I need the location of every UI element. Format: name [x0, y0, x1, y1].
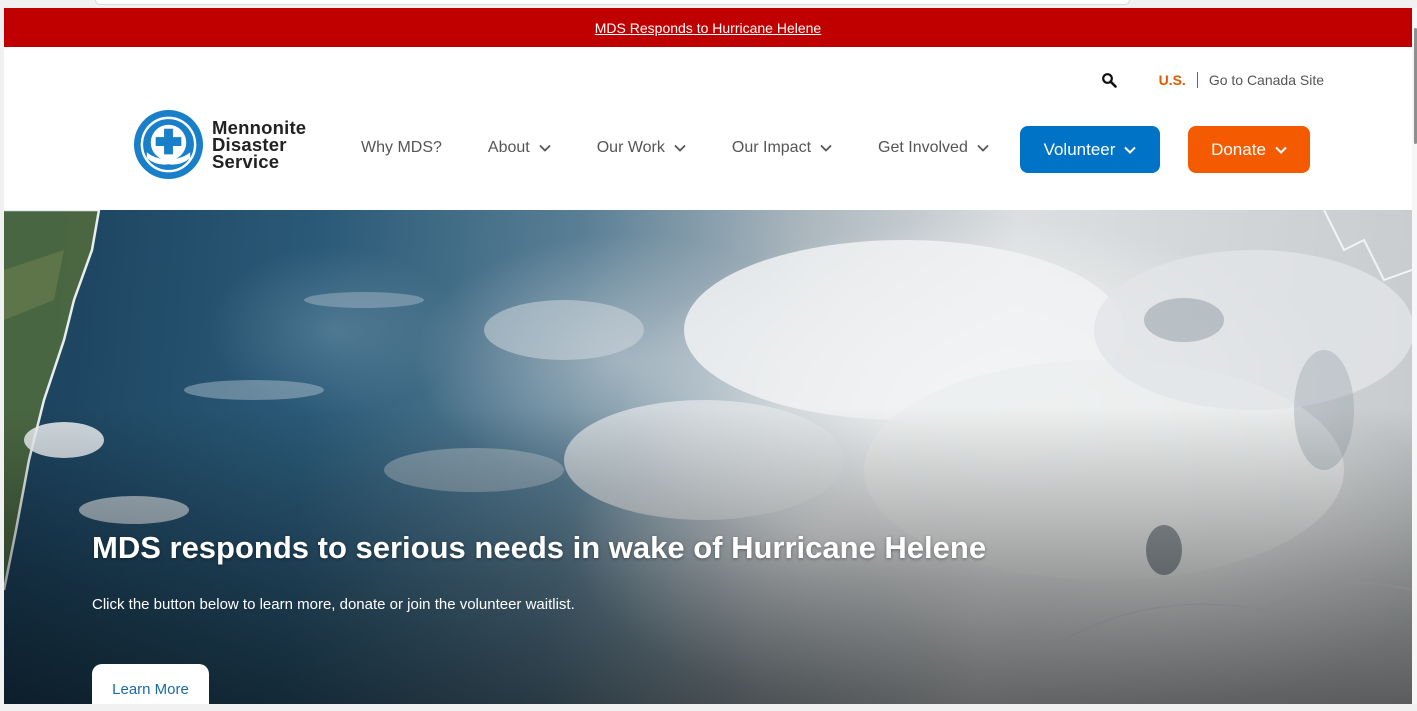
learn-more-label: Learn More [112, 681, 189, 698]
site-logo[interactable]: Mennonite Disaster Service [133, 109, 306, 180]
canada-site-link[interactable]: Go to Canada Site [1209, 72, 1324, 88]
nav-our-impact[interactable]: Our Impact [732, 139, 832, 157]
divider [1196, 72, 1198, 88]
address-bar-edge [95, 0, 1130, 5]
nav-get-involved[interactable]: Get Involved [878, 139, 989, 157]
volunteer-label: Volunteer [1043, 139, 1116, 159]
site-header: U.S. Go to Canada Site Mennonite Disaste… [4, 47, 1412, 210]
page: MDS Responds to Hurricane Helene U.S. Go… [4, 8, 1412, 704]
browser-chrome-bottom [0, 704, 1417, 711]
nav-about[interactable]: About [488, 139, 551, 157]
logo-line-3: Service [212, 151, 280, 172]
learn-more-button[interactable]: Learn More [92, 664, 209, 704]
nav-why-mds[interactable]: Why MDS? [361, 139, 442, 157]
hero-title: MDS responds to serious needs in wake of… [92, 530, 987, 565]
logo-wordmark: Mennonite Disaster Service [212, 118, 306, 172]
nav-label: About [487, 139, 530, 156]
browser-chrome-top [0, 0, 1417, 8]
nav-label: Our Impact [731, 139, 812, 156]
hero-banner: MDS responds to serious needs in wake of… [4, 210, 1412, 704]
main-nav: Why MDS? About Our Work Our Impact Get I… [361, 139, 1035, 157]
donate-button[interactable]: Donate [1188, 126, 1310, 173]
chevron-down-icon [820, 144, 832, 152]
utility-nav: U.S. Go to Canada Site [1101, 71, 1324, 89]
donate-label: Donate [1211, 139, 1266, 159]
volunteer-button[interactable]: Volunteer [1020, 126, 1160, 173]
chevron-down-icon [674, 144, 686, 152]
nav-label: Our Work [596, 139, 665, 156]
chevron-down-icon [1124, 146, 1137, 154]
hero-overlay [4, 210, 1412, 704]
alert-link[interactable]: MDS Responds to Hurricane Helene [595, 20, 821, 36]
search-icon[interactable] [1101, 72, 1117, 88]
nav-label: Get Involved [878, 139, 968, 156]
chevron-down-icon [539, 144, 551, 152]
country-us: U.S. [1158, 72, 1186, 88]
nav-label: Why MDS? [361, 139, 442, 156]
chevron-down-icon [1275, 146, 1287, 154]
hero-subtitle: Click the button below to learn more, do… [92, 596, 575, 613]
nav-our-work[interactable]: Our Work [597, 139, 686, 157]
chevron-down-icon [977, 144, 989, 152]
alert-bar: MDS Responds to Hurricane Helene [4, 8, 1412, 47]
mds-logo-icon [133, 109, 204, 180]
